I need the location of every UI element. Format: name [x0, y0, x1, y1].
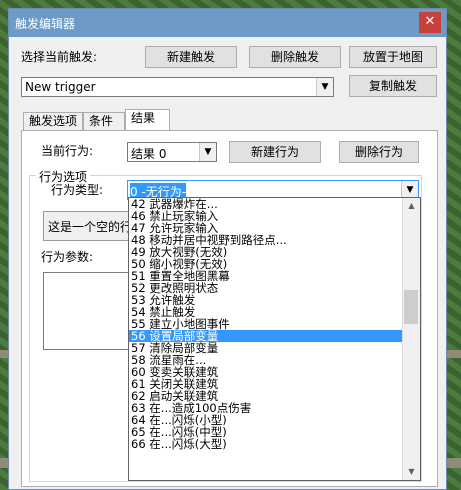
action-type-dropdown-list[interactable]: 42 武器爆炸在... 46 禁止玩家输入 47 允许玩家输入 48 移动并居中视野到…	[128, 197, 421, 481]
trigger-select-value: New trigger	[25, 80, 96, 94]
current-action-label: 当前行为:	[41, 144, 94, 158]
trigger-select[interactable]: New trigger ▼	[21, 77, 334, 97]
new-trigger-button[interactable]: 新建触发	[145, 46, 237, 68]
scroll-down-icon[interactable]: ▼	[403, 464, 420, 480]
dropdown-item[interactable]: 66 在...闪烁(大型)	[129, 438, 420, 450]
window-title: 触发编辑器	[15, 17, 76, 31]
chevron-down-icon[interactable]: ▼	[316, 78, 333, 96]
action-type-label: 行为类型:	[51, 183, 104, 197]
dropdown-scrollbar[interactable]: ▲ ▼	[402, 198, 420, 480]
tab-trigger-options[interactable]: 触发选项	[23, 112, 83, 131]
action-params-label: 行为参数:	[41, 250, 94, 264]
current-action-select[interactable]: 结果 0 ▼	[127, 142, 217, 162]
scroll-up-icon[interactable]: ▲	[403, 198, 420, 214]
chevron-down-icon[interactable]: ▼	[199, 143, 216, 161]
close-icon[interactable]: ✕	[419, 12, 441, 33]
delete-trigger-button[interactable]: 删除触发	[249, 46, 341, 68]
current-action-value: 结果 0	[131, 147, 167, 161]
scrollbar-thumb[interactable]	[404, 290, 418, 324]
copy-trigger-button[interactable]: 复制触发	[349, 75, 437, 97]
new-action-button[interactable]: 新建行为	[229, 141, 321, 163]
tab-results[interactable]: 结果	[125, 109, 170, 131]
title-bar[interactable]: 触发编辑器 ✕	[9, 9, 446, 37]
select-trigger-label: 选择当前触发:	[21, 50, 98, 64]
trigger-editor-window: 触发编辑器 ✕ 选择当前触发: 新建触发 删除触发 放置于地图 New trig…	[8, 8, 447, 490]
place-on-map-button[interactable]: 放置于地图	[349, 46, 437, 68]
action-description-text: 这是一个空的行	[48, 220, 133, 234]
tab-conditions[interactable]: 条件	[83, 112, 125, 131]
delete-action-button[interactable]: 删除行为	[339, 141, 419, 163]
dropdown-rows: 42 武器爆炸在... 46 禁止玩家输入 47 允许玩家输入 48 移动并居中视野到…	[129, 198, 420, 450]
